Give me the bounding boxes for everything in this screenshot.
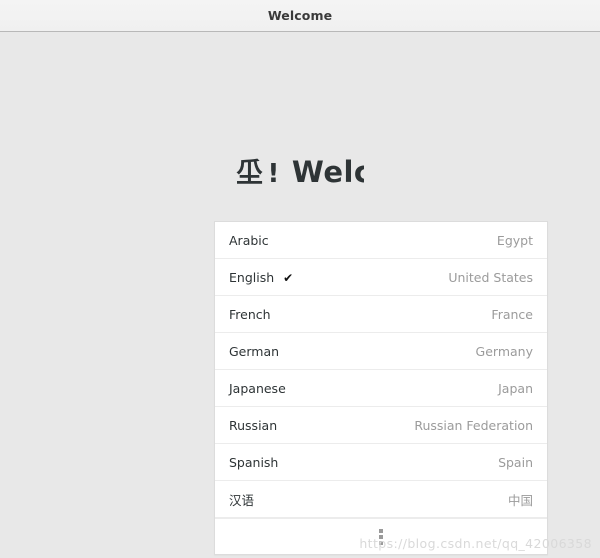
language-name: 汉语 <box>229 492 255 508</box>
language-row-left: German <box>229 344 288 359</box>
language-region: France <box>491 306 533 322</box>
language-name: French <box>229 306 271 322</box>
language-row-french[interactable]: French France <box>215 296 547 333</box>
selected-check-icon: ✔ <box>283 270 294 285</box>
welcome-headline-clip: 坕! Welcome <box>236 150 364 196</box>
language-row-spanish[interactable]: Spanish Spain <box>215 444 547 481</box>
language-region: Russian Federation <box>414 417 533 433</box>
language-name: Japanese <box>229 380 286 396</box>
language-name: Spanish <box>229 454 279 470</box>
language-region: Spain <box>498 454 533 470</box>
language-region: Egypt <box>496 232 533 248</box>
language-row-left: Japanese <box>229 381 295 396</box>
language-row-left: Arabic <box>229 233 278 248</box>
language-region: United States <box>448 269 533 285</box>
welcome-headline-area: 坕! Welcome <box>0 150 600 196</box>
language-name: Arabic <box>229 232 269 248</box>
language-row-left: 汉语 <box>229 490 263 509</box>
welcome-window: Welcome 坕!Welcome Arabic Egypt Engl <box>0 0 600 558</box>
language-row-japanese[interactable]: Japanese Japan <box>215 370 547 407</box>
language-row-left: English ✔ <box>229 270 293 285</box>
watermark-text: https://blog.csdn.net/qq_42006358 <box>359 536 592 551</box>
headline-cjk-glyph: 坕 <box>236 158 264 189</box>
window-titlebar: Welcome <box>0 0 600 32</box>
language-region: 中国 <box>507 492 533 508</box>
headline-exclamation: ! <box>267 159 280 189</box>
language-region: Japan <box>498 380 533 396</box>
language-row-left: French <box>229 307 280 322</box>
language-row-chinese[interactable]: 汉语 中国 <box>215 481 547 518</box>
language-row-english[interactable]: English ✔ United States <box>215 259 547 296</box>
language-name: Russian <box>229 417 278 433</box>
language-row-arabic[interactable]: Arabic Egypt <box>215 222 547 259</box>
welcome-headline: 坕! Welcome <box>236 150 364 196</box>
window-title: Welcome <box>267 8 333 23</box>
headline-latin-text: Welcome <box>291 155 364 189</box>
language-list-card: Arabic Egypt English ✔ United States Fre… <box>214 221 548 555</box>
language-name: English <box>229 269 275 285</box>
language-row-russian[interactable]: Russian Russian Federation <box>215 407 547 444</box>
language-row-german[interactable]: German Germany <box>215 333 547 370</box>
language-row-left: Russian <box>229 418 286 433</box>
language-name: German <box>229 343 280 359</box>
language-region: Germany <box>475 343 533 359</box>
welcome-content: 坕! Welcome Arabic Egypt English ✔ United … <box>0 32 600 557</box>
language-row-left: Spanish <box>229 455 287 470</box>
